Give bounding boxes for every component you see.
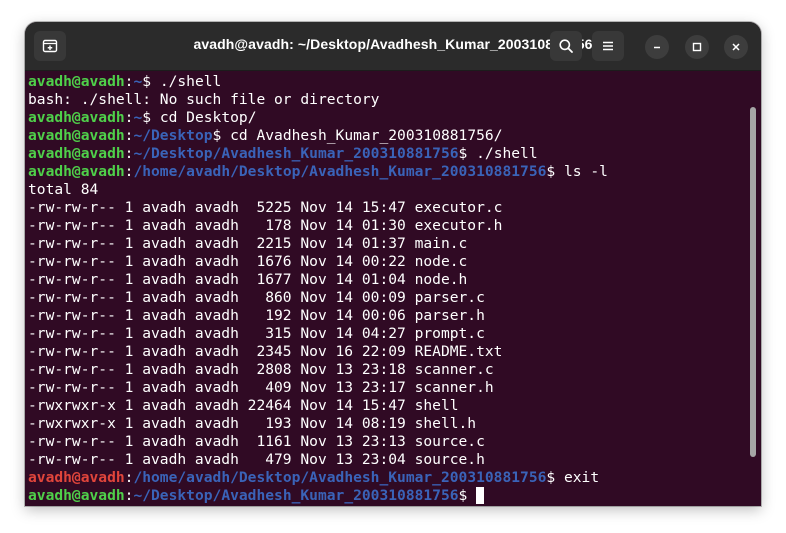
prompt-line: avadh@avadh:/home/avadh/Desktop/Avadhesh… xyxy=(28,469,599,487)
maximize-icon xyxy=(692,42,702,52)
prompt-user: avadh@avadh xyxy=(28,73,125,90)
hamburger-menu-icon xyxy=(603,41,613,51)
close-button[interactable] xyxy=(724,35,748,59)
scrollbar-thumb[interactable] xyxy=(750,107,756,457)
command-text: exit xyxy=(563,469,600,486)
prompt-user: avadh@avadh xyxy=(28,469,125,486)
minimize-icon xyxy=(654,46,660,49)
output-line: -rw-rw-r-- 1 avadh avadh 315 Nov 14 04:2… xyxy=(28,325,485,343)
prompt-path: ~/Desktop/Avadhesh_Kumar_200310881756 xyxy=(133,145,459,162)
output-line: -rw-rw-r-- 1 avadh avadh 192 Nov 14 00:0… xyxy=(28,307,485,325)
output-text: -rw-rw-r-- 1 avadh avadh 1676 Nov 14 00:… xyxy=(28,253,468,270)
prompt-line: avadh@avadh:~$ cd Desktop/ xyxy=(28,109,256,127)
prompt-user: avadh@avadh xyxy=(28,127,125,144)
output-text: bash: ./shell: No such file or directory xyxy=(28,91,380,108)
output-text: -rw-rw-r-- 1 avadh avadh 192 Nov 14 00:0… xyxy=(28,307,485,324)
prompt-path: /home/avadh/Desktop/Avadhesh_Kumar_20031… xyxy=(133,163,547,180)
output-line: -rw-rw-r-- 1 avadh avadh 2345 Nov 16 22:… xyxy=(28,343,502,361)
output-text: -rw-rw-r-- 1 avadh avadh 178 Nov 14 01:3… xyxy=(28,217,503,234)
prompt-user: avadh@avadh xyxy=(28,487,125,504)
prompt-symbol: $ xyxy=(546,469,564,486)
command-text: cd Desktop/ xyxy=(159,109,257,126)
prompt-path: ~/Desktop xyxy=(133,127,213,144)
prompt-symbol: $ xyxy=(546,163,564,180)
output-text: -rw-rw-r-- 1 avadh avadh 2345 Nov 16 22:… xyxy=(28,343,503,360)
prompt-symbol: $ xyxy=(458,145,477,162)
search-button[interactable] xyxy=(550,31,582,61)
prompt-path: ~ xyxy=(133,109,143,126)
output-line: total 84 xyxy=(28,181,98,199)
menu-button[interactable] xyxy=(592,31,624,61)
prompt-line: avadh@avadh:~/Desktop/Avadhesh_Kumar_200… xyxy=(28,487,485,505)
output-text: -rw-rw-r-- 1 avadh avadh 409 Nov 13 23:1… xyxy=(28,379,494,396)
output-text: total 84 xyxy=(28,181,99,198)
search-icon xyxy=(559,39,573,53)
prompt-line: avadh@avadh:~$ ./shell xyxy=(28,73,221,91)
prompt-line: avadh@avadh:~/Desktop$ cd Avadhesh_Kumar… xyxy=(28,127,502,145)
output-line: -rwxrwxr-x 1 avadh avadh 22464 Nov 14 15… xyxy=(28,397,459,415)
prompt-path: ~/Desktop/Avadhesh_Kumar_200310881756 xyxy=(133,487,459,504)
prompt-user: avadh@avadh xyxy=(28,109,125,126)
output-text: -rw-rw-r-- 1 avadh avadh 2215 Nov 14 01:… xyxy=(28,235,468,252)
command-text: ls -l xyxy=(563,163,608,180)
text-cursor xyxy=(476,487,485,504)
terminal-output[interactable]: avadh@avadh:~$ ./shell bash: ./shell: No … xyxy=(25,71,761,506)
title-bar: avadh@avadh: ~/Desktop/Avadhesh_Kumar_20… xyxy=(25,22,761,71)
output-line: -rw-rw-r-- 1 avadh avadh 2808 Nov 13 23:… xyxy=(28,361,494,379)
output-text: -rw-rw-r-- 1 avadh avadh 1677 Nov 14 01:… xyxy=(28,271,468,288)
output-line: -rw-rw-r-- 1 avadh avadh 178 Nov 14 01:3… xyxy=(28,217,502,235)
maximize-button[interactable] xyxy=(685,35,709,59)
prompt-user: avadh@avadh xyxy=(28,163,125,180)
prompt-line: avadh@avadh:/home/avadh/Desktop/Avadhesh… xyxy=(28,163,608,181)
output-line: -rwxrwxr-x 1 avadh avadh 193 Nov 14 08:1… xyxy=(28,415,476,433)
prompt-line: avadh@avadh:~/Desktop/Avadhesh_Kumar_200… xyxy=(28,145,538,163)
output-line: -rw-rw-r-- 1 avadh avadh 5225 Nov 14 15:… xyxy=(28,199,502,217)
output-line: -rw-rw-r-- 1 avadh avadh 409 Nov 13 23:1… xyxy=(28,379,494,397)
close-icon xyxy=(732,43,740,51)
output-line: -rw-rw-r-- 1 avadh avadh 1676 Nov 14 00:… xyxy=(28,253,467,271)
prompt-symbol: $ xyxy=(142,73,160,90)
output-text: -rw-rw-r-- 1 avadh avadh 860 Nov 14 00:0… xyxy=(28,289,485,306)
prompt-user: avadh@avadh xyxy=(28,145,125,162)
output-line: -rw-rw-r-- 1 avadh avadh 1161 Nov 13 23:… xyxy=(28,433,485,451)
output-line: bash: ./shell: No such file or directory xyxy=(28,91,379,109)
output-text: -rw-rw-r-- 1 avadh avadh 2808 Nov 13 23:… xyxy=(28,361,494,378)
terminal-window: avadh@avadh: ~/Desktop/Avadhesh_Kumar_20… xyxy=(25,22,761,506)
prompt-symbol: $ xyxy=(212,127,231,144)
output-line: -rw-rw-r-- 1 avadh avadh 860 Nov 14 00:0… xyxy=(28,289,485,307)
output-text: -rw-rw-r-- 1 avadh avadh 315 Nov 14 04:2… xyxy=(28,325,485,342)
prompt-symbol: $ xyxy=(458,487,477,504)
prompt-symbol: $ xyxy=(142,109,160,126)
prompt-path: /home/avadh/Desktop/Avadhesh_Kumar_20031… xyxy=(133,469,547,486)
output-text: -rw-rw-r-- 1 avadh avadh 1161 Nov 13 23:… xyxy=(28,433,485,450)
output-text: -rwxrwxr-x 1 avadh avadh 22464 Nov 14 15… xyxy=(28,397,459,414)
output-line: -rw-rw-r-- 1 avadh avadh 2215 Nov 14 01:… xyxy=(28,235,467,253)
output-line: -rw-rw-r-- 1 avadh avadh 1677 Nov 14 01:… xyxy=(28,271,467,289)
output-line: -rw-rw-r-- 1 avadh avadh 479 Nov 13 23:0… xyxy=(28,451,485,469)
prompt-path: ~ xyxy=(133,73,143,90)
command-text: cd Avadhesh_Kumar_200310881756/ xyxy=(230,127,503,144)
output-text: -rw-rw-r-- 1 avadh avadh 5225 Nov 14 15:… xyxy=(28,199,503,216)
output-text: -rwxrwxr-x 1 avadh avadh 193 Nov 14 08:1… xyxy=(28,415,477,432)
command-text: ./shell xyxy=(159,73,222,90)
minimize-button[interactable] xyxy=(645,35,669,59)
output-text: -rw-rw-r-- 1 avadh avadh 479 Nov 13 23:0… xyxy=(28,451,485,468)
command-text: ./shell xyxy=(476,145,538,162)
